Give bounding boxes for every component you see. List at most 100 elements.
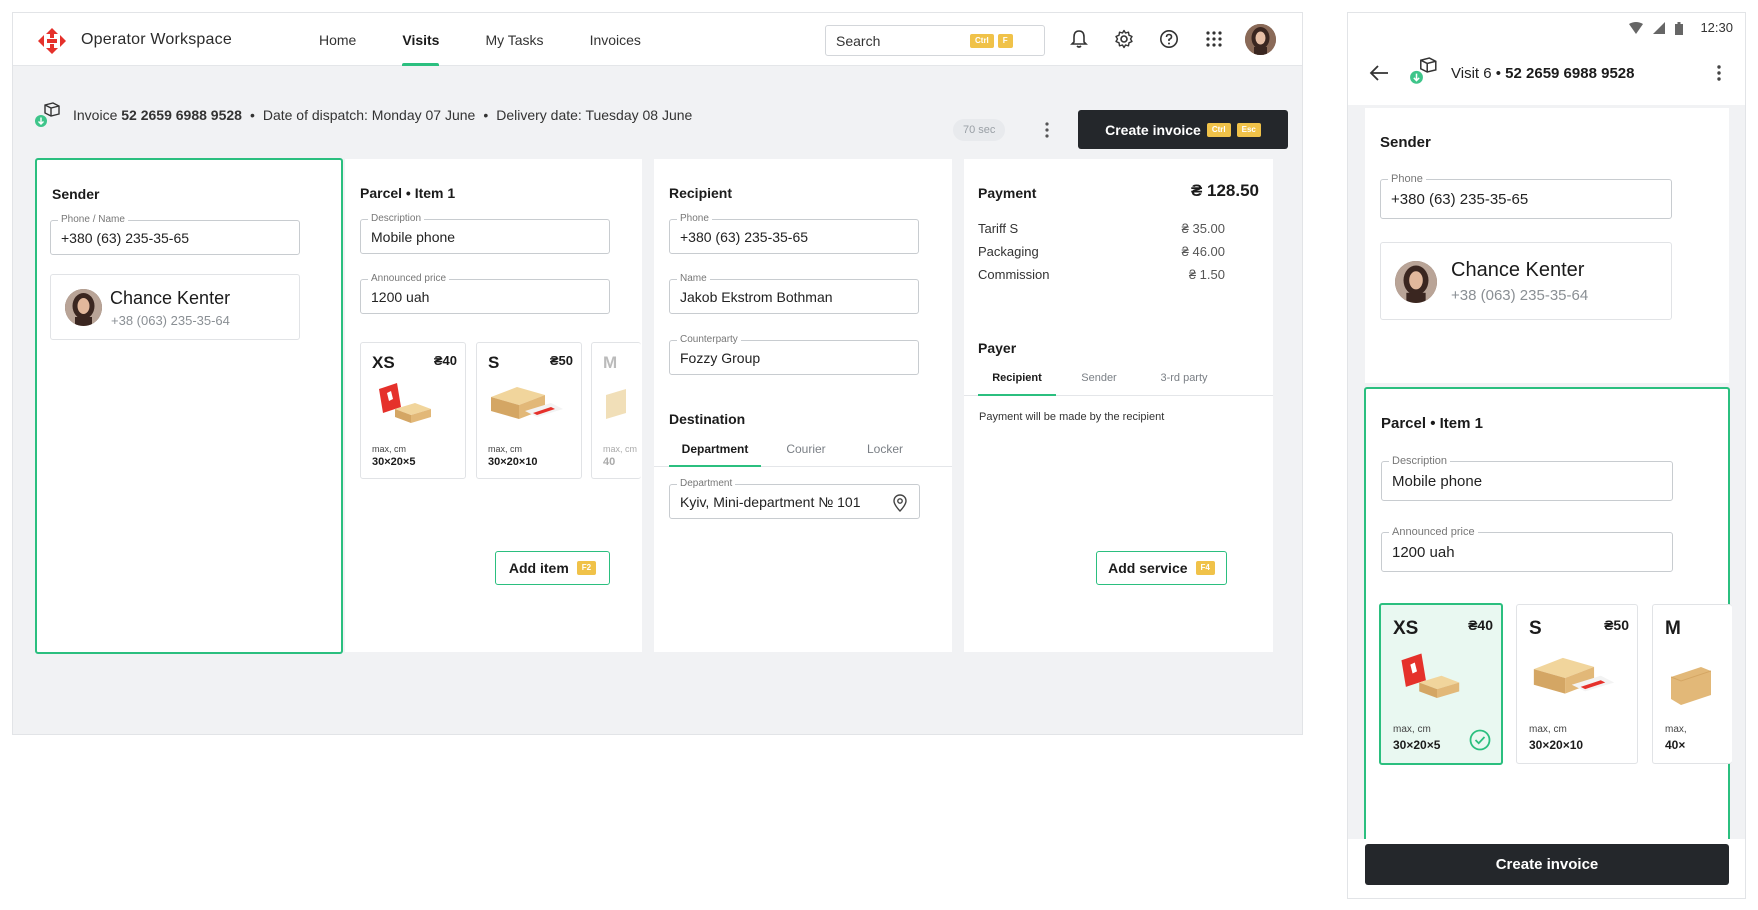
nav-home[interactable]: Home	[319, 13, 356, 66]
xs-box-illustration-icon	[1401, 653, 1460, 698]
counterparty-field[interactable]: Counterparty Fozzy Group	[669, 334, 919, 375]
m-box-illustration-icon	[1671, 667, 1711, 705]
contact-phone: +38 (063) 235-35-64	[111, 313, 230, 328]
mobile-parcel-title: Parcel • Item 1	[1381, 415, 1483, 432]
tab-payer-sender[interactable]: Sender	[1056, 361, 1142, 395]
size-label: XS	[1393, 618, 1419, 639]
recipient-name-label: Name	[677, 273, 710, 285]
parcel-title: Parcel • Item 1	[360, 185, 456, 201]
visit-number: 52 2659 6988 9528	[1505, 65, 1635, 82]
check-circle-icon	[1469, 729, 1491, 751]
mobile-header: Visit 6 • 52 2659 6988 9528	[1348, 43, 1745, 105]
size-label: M	[603, 353, 618, 372]
size-option-s[interactable]: S ₴50 max, cm 30×20×10	[476, 342, 582, 479]
size-price: ₴50	[1604, 617, 1629, 633]
parcel-description-field[interactable]: Description Mobile phone	[360, 213, 610, 254]
department-field[interactable]: Department Kyiv, Mini-department № 101	[669, 478, 920, 519]
payer-title: Payer	[978, 340, 1017, 356]
size-label: S	[488, 353, 500, 372]
size-price: ₴40	[433, 353, 457, 368]
timer-badge: 70 sec	[953, 119, 1006, 141]
size-max-label: max, cm	[603, 444, 638, 454]
bell-icon[interactable]	[1067, 27, 1091, 51]
create-shortcut-ctrl: Ctrl	[1206, 122, 1231, 137]
size-dimensions: 40	[603, 456, 616, 468]
add-service-label: Add service	[1108, 560, 1188, 576]
add-service-button[interactable]: Add service F4	[1096, 551, 1227, 585]
size-option-m[interactable]: M max, cm 40	[591, 342, 641, 479]
user-avatar[interactable]	[1245, 24, 1276, 55]
announced-price-label: Announced price	[368, 273, 450, 285]
mobile-description-field[interactable]: Description Mobile phone	[1381, 455, 1673, 501]
sender-phone-field[interactable]: Phone / Name +380 (63) 235-35-65	[50, 214, 300, 255]
app-title: Operator Workspace	[81, 31, 232, 48]
tab-payer-recipient[interactable]: Recipient	[978, 361, 1056, 396]
mobile-contact-card[interactable]: Chance Kenter +38 (063) 235-35-64	[1380, 242, 1672, 320]
mobile-parcel-card: Parcel • Item 1 Description Mobile phone…	[1364, 387, 1732, 857]
tab-locker[interactable]: Locker	[851, 432, 919, 466]
wifi-icon	[1629, 22, 1643, 34]
size-dimensions: 30×20×10	[1529, 738, 1584, 752]
s-box-illustration-icon	[491, 387, 563, 419]
sender-contact-card[interactable]: Chance Kenter +38 (063) 235-35-64	[50, 274, 300, 340]
tab-payer-third-party[interactable]: 3-rd party	[1142, 361, 1226, 395]
size-label: S	[1529, 618, 1542, 639]
tab-courier[interactable]: Courier	[761, 432, 851, 466]
sender-phone-label: Phone / Name	[58, 214, 128, 226]
add-item-shortcut: F2	[576, 561, 597, 575]
apps-grid-icon[interactable]	[1202, 27, 1226, 51]
battery-icon	[1675, 22, 1683, 35]
mobile-description-value: Mobile phone	[1392, 472, 1483, 490]
search-box[interactable]: Ctrl F	[825, 25, 1045, 56]
mobile-create-invoice-button[interactable]: Create invoice	[1365, 844, 1729, 885]
invoice-number: 52 2659 6988 9528	[121, 107, 242, 123]
payment-line-tariff: Tariff S ₴ 35.00	[978, 221, 1225, 236]
more-vertical-icon[interactable]	[1709, 61, 1729, 85]
nav-my-tasks[interactable]: My Tasks	[485, 13, 543, 66]
recipient-phone-field[interactable]: Phone +380 (63) 235-35-65	[669, 213, 919, 254]
back-arrow-icon[interactable]	[1368, 61, 1392, 85]
mobile-price-field[interactable]: Announced price 1200 uah	[1381, 526, 1673, 572]
add-item-label: Add item	[508, 560, 569, 576]
size-price: ₴40	[1468, 617, 1493, 633]
recipient-name-field[interactable]: Name Jakob Ekstrom Bothman	[669, 273, 919, 314]
mobile-phone-label: Phone	[1388, 173, 1426, 185]
payment-title: Payment	[978, 185, 1037, 201]
size-option-xs[interactable]: XS ₴40 max, cm 30×20×5	[360, 342, 466, 479]
more-vertical-icon[interactable]	[1037, 118, 1057, 142]
mobile-sender-phone-field[interactable]: Phone +380 (63) 235-35-65	[1380, 173, 1672, 219]
announced-price-field[interactable]: Announced price 1200 uah	[360, 273, 610, 314]
nav-invoices[interactable]: Invoices	[590, 13, 641, 66]
mobile-phone-value: +380 (63) 235-35-65	[1391, 190, 1529, 208]
tab-department[interactable]: Department	[669, 432, 761, 467]
payer-tabs: Recipient Sender 3-rd party	[964, 361, 1273, 396]
search-input[interactable]	[836, 32, 966, 49]
mobile-size-option-s[interactable]: S ₴50 max, cm 30×20×10	[1516, 604, 1638, 764]
department-label: Department	[677, 478, 736, 490]
size-dimensions: 30×20×5	[1393, 738, 1441, 752]
parcel-download-icon	[35, 102, 61, 128]
mobile-price-value: 1200 uah	[1392, 543, 1455, 561]
recipient-title: Recipient	[669, 185, 733, 201]
location-pin-icon[interactable]	[893, 494, 907, 512]
dispatch-date: Date of dispatch: Monday 07 June	[262, 107, 476, 123]
s-box-illustration-icon	[1533, 657, 1615, 694]
add-item-button[interactable]: Add item F2	[495, 551, 610, 585]
status-bar: 12:30	[1348, 13, 1745, 43]
recipient-phone-label: Phone	[677, 213, 712, 225]
mobile-bottom-bar: Create invoice	[1348, 839, 1745, 898]
mobile-size-option-m[interactable]: M max, 40×	[1652, 604, 1732, 764]
visit-label: Visit 6 •	[1451, 65, 1501, 82]
sender-card: Sender Phone / Name +380 (63) 235-35-65 …	[35, 158, 343, 654]
desktop-window: Operator Workspace Home Visits My Tasks …	[12, 12, 1303, 735]
size-max-label: max, cm	[1393, 724, 1431, 735]
nav-visits[interactable]: Visits	[402, 13, 440, 66]
destination-title: Destination	[669, 411, 746, 427]
gear-icon[interactable]	[1112, 27, 1136, 51]
help-icon[interactable]	[1157, 27, 1181, 51]
counterparty-value: Fozzy Group	[680, 349, 761, 366]
mobile-size-option-xs[interactable]: XS ₴40 max, cm 30×20×5	[1379, 603, 1503, 765]
search-shortcut-ctrl: Ctrl	[970, 33, 994, 48]
mobile-screen: 12:30 Visit 6 • 52 2659 6988 9528 Sender…	[1347, 12, 1746, 899]
create-invoice-button[interactable]: Create invoice Ctrl Esc	[1078, 110, 1288, 149]
